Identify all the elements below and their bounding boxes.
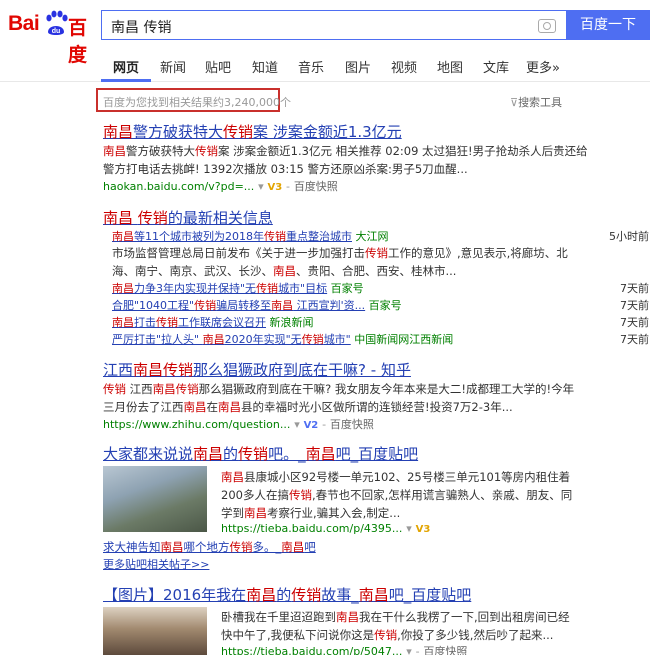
dropdown-icon[interactable]: ▾ [294,418,300,431]
search-tools-label: 搜索工具 [518,96,563,109]
result-thumbnail[interactable] [103,466,207,532]
result-url-row: https://tieba.baidu.com/p/5047... ▾ - 百度… [221,643,467,655]
result-url-row: haokan.baidu.com/v?pd=... ▾ V3 - 百度快照 [103,180,338,193]
result-abstract: 学到南昌考察行业,骗其入会,制定... [221,506,401,520]
tab-video[interactable]: 视频 [391,57,417,76]
news-item-title[interactable]: 合肥"1040工程"传销骗局转移至南昌 江西宣判'资... [112,299,365,312]
news-item-source: 中国新闻网江西新闻 [354,333,454,346]
news-item-source: 百家号 [368,299,402,312]
news-item-source: 百家号 [330,282,364,295]
result-abstract: 警方打电话去挑衅! 1392次播放 03:15 警方还原凶杀案:男子5刀血醒..… [103,162,468,176]
result-url[interactable]: https://www.zhihu.com/question... [103,418,290,431]
dropdown-icon[interactable]: ▾ [406,645,412,655]
news-item-time: 7天前 [620,282,649,295]
search-query: 南昌 传销 [111,20,172,36]
related-post-link[interactable]: 求大神告知南昌哪个地方传销多。_南昌吧 [103,539,316,555]
tab-wenku[interactable]: 文库 [483,57,509,76]
news-item-title[interactable]: 严厉打击"拉人头" 南昌2020年实现"无传销城市" [112,333,351,346]
news-item[interactable]: 合肥"1040工程"传销骗局转移至南昌 江西宣判'资... 百家号 7天前 [112,297,649,313]
tab-images[interactable]: 图片 [345,57,371,76]
snapshot-link[interactable]: 百度快照 [294,180,338,193]
result-abstract: 200多人在搞传销,春节也不回家,怎样用谎言骗熟人、亲戚、朋友、同 [221,488,573,502]
result-title[interactable]: 【图片】2016年我在南昌的传销故事_南昌吧_百度贴吧 [103,584,471,605]
search-button[interactable]: 百度一下 [566,10,650,40]
result-url-row: https://www.zhihu.com/question... ▾ V2 -… [103,418,374,431]
v3-badge-icon: V3 [415,524,431,535]
news-abstract: 海、南宁、南京、武汉、长沙、南昌、贵阳、合肥、西安、桂林市... [112,264,457,278]
news-item[interactable]: 南昌力争3年内实现并保持"无传销城市"目标 百家号 7天前 [112,280,649,296]
news-item-time: 7天前 [620,316,649,329]
news-item-title[interactable]: 南昌等11个城市被列为2018年传销重点整治城市 [112,230,352,243]
baidu-logo[interactable]: Bai du 百度 [8,10,96,66]
search-tabs: 网页 新闻 贴吧 知道 音乐 图片 视频 地图 文库 更多» [0,48,650,82]
filter-icon: ⊽ [510,96,519,109]
result-title[interactable]: 江西南昌传销那么猖獗政府到底在干嘛? - 知乎 [103,359,411,380]
v2-badge-icon: V2 [303,420,319,431]
snapshot-link[interactable]: 百度快照 [330,418,374,431]
result-title[interactable]: 大家都来说说南昌的传销吧。_南昌吧_百度贴吧 [103,443,418,464]
result-title[interactable]: 南昌警方破获特大传销案 涉案金额近1.3亿元 [103,121,402,142]
result-abstract: 南昌县康城小区92号楼一单元102、25号楼三单元101等房内租住着 [221,470,571,484]
news-item-source: 新浪新闻 [269,316,314,329]
tab-more[interactable]: 更多» [526,57,560,76]
svg-text:du: du [52,28,61,35]
result-abstract: 南昌警方破获特大传销案 涉案金额近1.3亿元 相关推荐 02:09 太过猖狂!男… [103,144,588,158]
news-item-title[interactable]: 南昌打击传销工作联席会议召开 [112,316,266,329]
news-item-time: 7天前 [620,299,649,312]
result-count: 百度为您找到相关结果约3,240,000个 [103,96,291,109]
result-url[interactable]: https://tieba.baidu.com/p/4395... [221,522,402,535]
tab-tieba[interactable]: 贴吧 [205,57,231,76]
dropdown-icon[interactable]: ▾ [258,180,264,193]
dropdown-icon[interactable]: ▾ [406,522,412,535]
tab-news[interactable]: 新闻 [160,57,186,76]
news-item-time: 7天前 [620,333,649,346]
news-title[interactable]: 南昌 传销的最新相关信息 [103,207,273,228]
v3-badge-icon: V3 [267,182,283,193]
snapshot-link[interactable]: 百度快照 [423,645,467,655]
more-tieba-link[interactable]: 更多贴吧相关帖子>> [103,556,209,572]
search-input[interactable]: 南昌 传销 [101,10,566,40]
news-item-source: 大江网 [355,230,389,243]
news-item-title[interactable]: 南昌力争3年内实现并保持"无传销城市"目标 [112,282,327,295]
news-item-time: 5小时前 [609,230,649,243]
result-thumbnail[interactable] [103,607,207,655]
tab-web[interactable]: 网页 [113,57,139,76]
search-tools[interactable]: ⊽搜索工具 [510,94,562,110]
logo-text-bai: Bai [8,12,40,35]
result-url-row: https://tieba.baidu.com/p/4395... ▾ V3 [221,521,430,535]
active-tab-indicator [101,79,151,82]
result-url[interactable]: https://tieba.baidu.com/p/5047... [221,645,402,655]
camera-icon[interactable] [538,19,556,33]
result-abstract: 卧槽我在千里迢迢跑到南昌我在干什么我楞了一下,回到出租房间已经 [221,610,570,624]
news-item[interactable]: 南昌打击传销工作联席会议召开 新浪新闻 7天前 [112,314,649,330]
news-item[interactable]: 严厉打击"拉人头" 南昌2020年实现"无传销城市" 中国新闻网江西新闻 7天前 [112,331,649,347]
header: Bai du 百度 南昌 传销 百度一下 [0,0,650,66]
result-abstract: 传销 江西南昌传销那么猖獗政府到底在干嘛? 我女朋友今年本来是大二!成都理工大学… [103,382,575,396]
tab-music[interactable]: 音乐 [298,57,324,76]
tab-zhidao[interactable]: 知道 [252,57,278,76]
result-abstract: 快中午了,我便私下问说你这是传销,你投了多少钱,然后吵了起来... [221,628,554,642]
paw-logo-icon: du [46,10,68,35]
result-abstract: 三月份去了江西南昌在南昌县的幸福时光小区做所谓的连锁经营!投资7万2-3年... [103,400,513,414]
result-url[interactable]: haokan.baidu.com/v?pd=... [103,180,254,193]
news-abstract: 市场监督管理总局日前发布《关于进一步加强打击传销工作的意见》,意见表示,将廊坊、… [112,246,568,260]
tab-map[interactable]: 地图 [437,57,463,76]
news-item[interactable]: 南昌等11个城市被列为2018年传销重点整治城市 大江网 5小时前 [112,228,649,244]
